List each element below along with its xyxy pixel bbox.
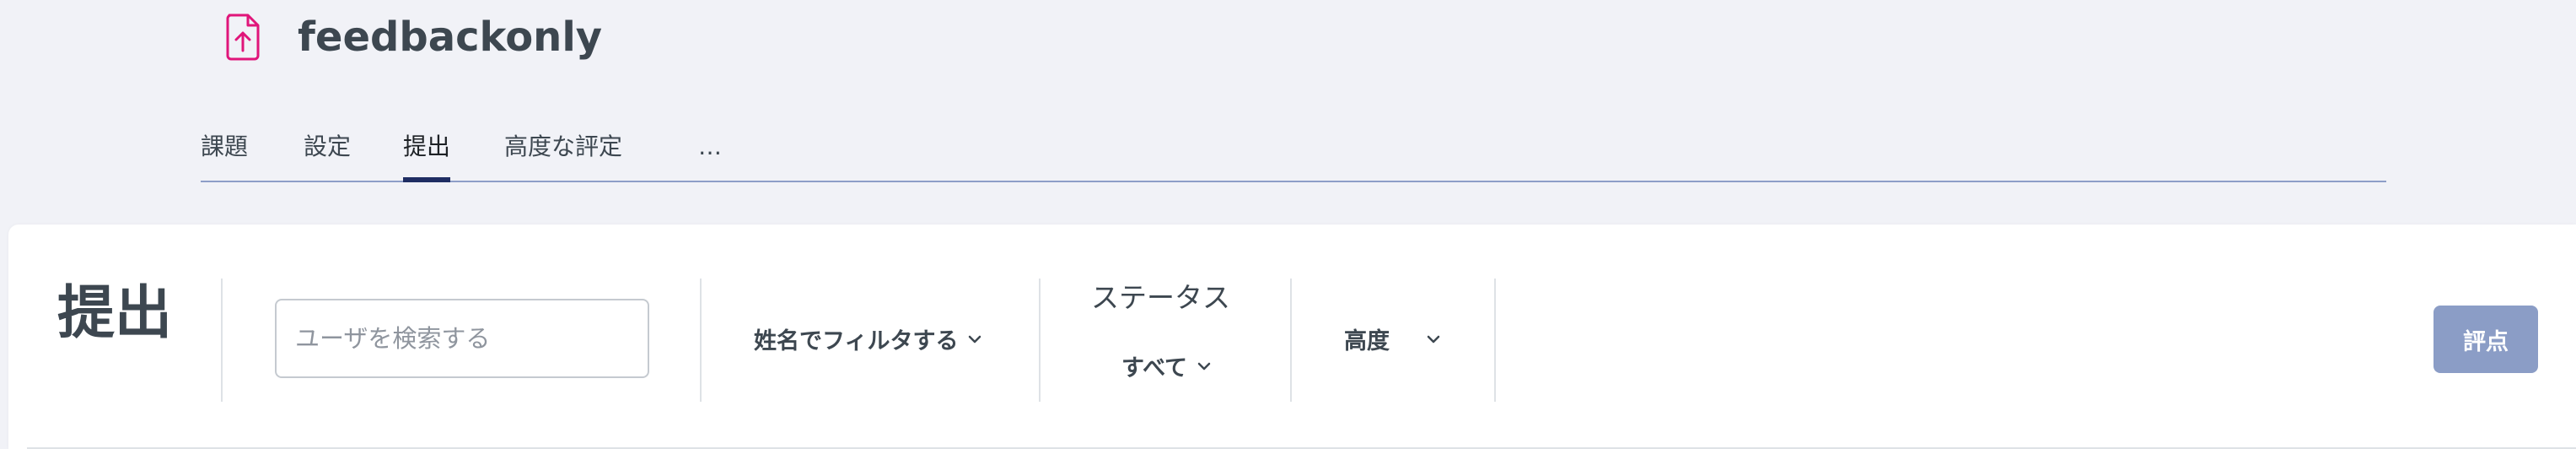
status-filter-dropdown[interactable]: すべて bbox=[1121, 349, 1213, 382]
name-filter-label: 姓名でフィルタする bbox=[754, 328, 959, 354]
status-filter-value: すべて bbox=[1121, 355, 1188, 381]
nav-tab-advanced-grading[interactable]: 高度な評定 bbox=[504, 122, 622, 181]
user-search-input[interactable] bbox=[275, 299, 649, 378]
divider bbox=[700, 279, 702, 402]
divider bbox=[221, 279, 223, 402]
name-filter-dropdown[interactable]: 姓名でフィルタする bbox=[754, 322, 983, 355]
divider bbox=[1290, 279, 1292, 402]
divider bbox=[1039, 279, 1041, 402]
nav-tab-settings[interactable]: 設定 bbox=[304, 122, 351, 181]
chevron-down-icon bbox=[1197, 362, 1211, 370]
secondary-nav: 課題 設定 提出 高度な評定 … bbox=[201, 110, 2386, 182]
chevron-down-icon bbox=[1427, 335, 1440, 343]
chevron-down-icon bbox=[969, 335, 981, 343]
grade-button[interactable]: 評点 bbox=[2433, 306, 2538, 373]
page-title: 提出 bbox=[57, 280, 173, 347]
advanced-filter-dropdown[interactable]: 高度 bbox=[1344, 322, 1442, 355]
activity-title: feedbackonly bbox=[298, 14, 603, 61]
status-filter-label: ステータス bbox=[1091, 281, 1230, 314]
nav-more-menu[interactable]: … bbox=[698, 122, 722, 181]
nav-tab-assignment[interactable]: 課題 bbox=[201, 122, 248, 181]
nav-tab-submissions[interactable]: 提出 bbox=[403, 122, 451, 182]
submissions-card: 提出 姓名でフィルタする ステータス すべて 高度 評点 bbox=[8, 224, 2576, 449]
advanced-filter-label: 高度 bbox=[1344, 328, 1390, 354]
file-upload-icon bbox=[226, 14, 260, 61]
page: feedbackonly 課題 設定 提出 高度な評定 … 提出 姓名でフィルタ… bbox=[0, 0, 2576, 449]
divider bbox=[1494, 279, 1496, 402]
